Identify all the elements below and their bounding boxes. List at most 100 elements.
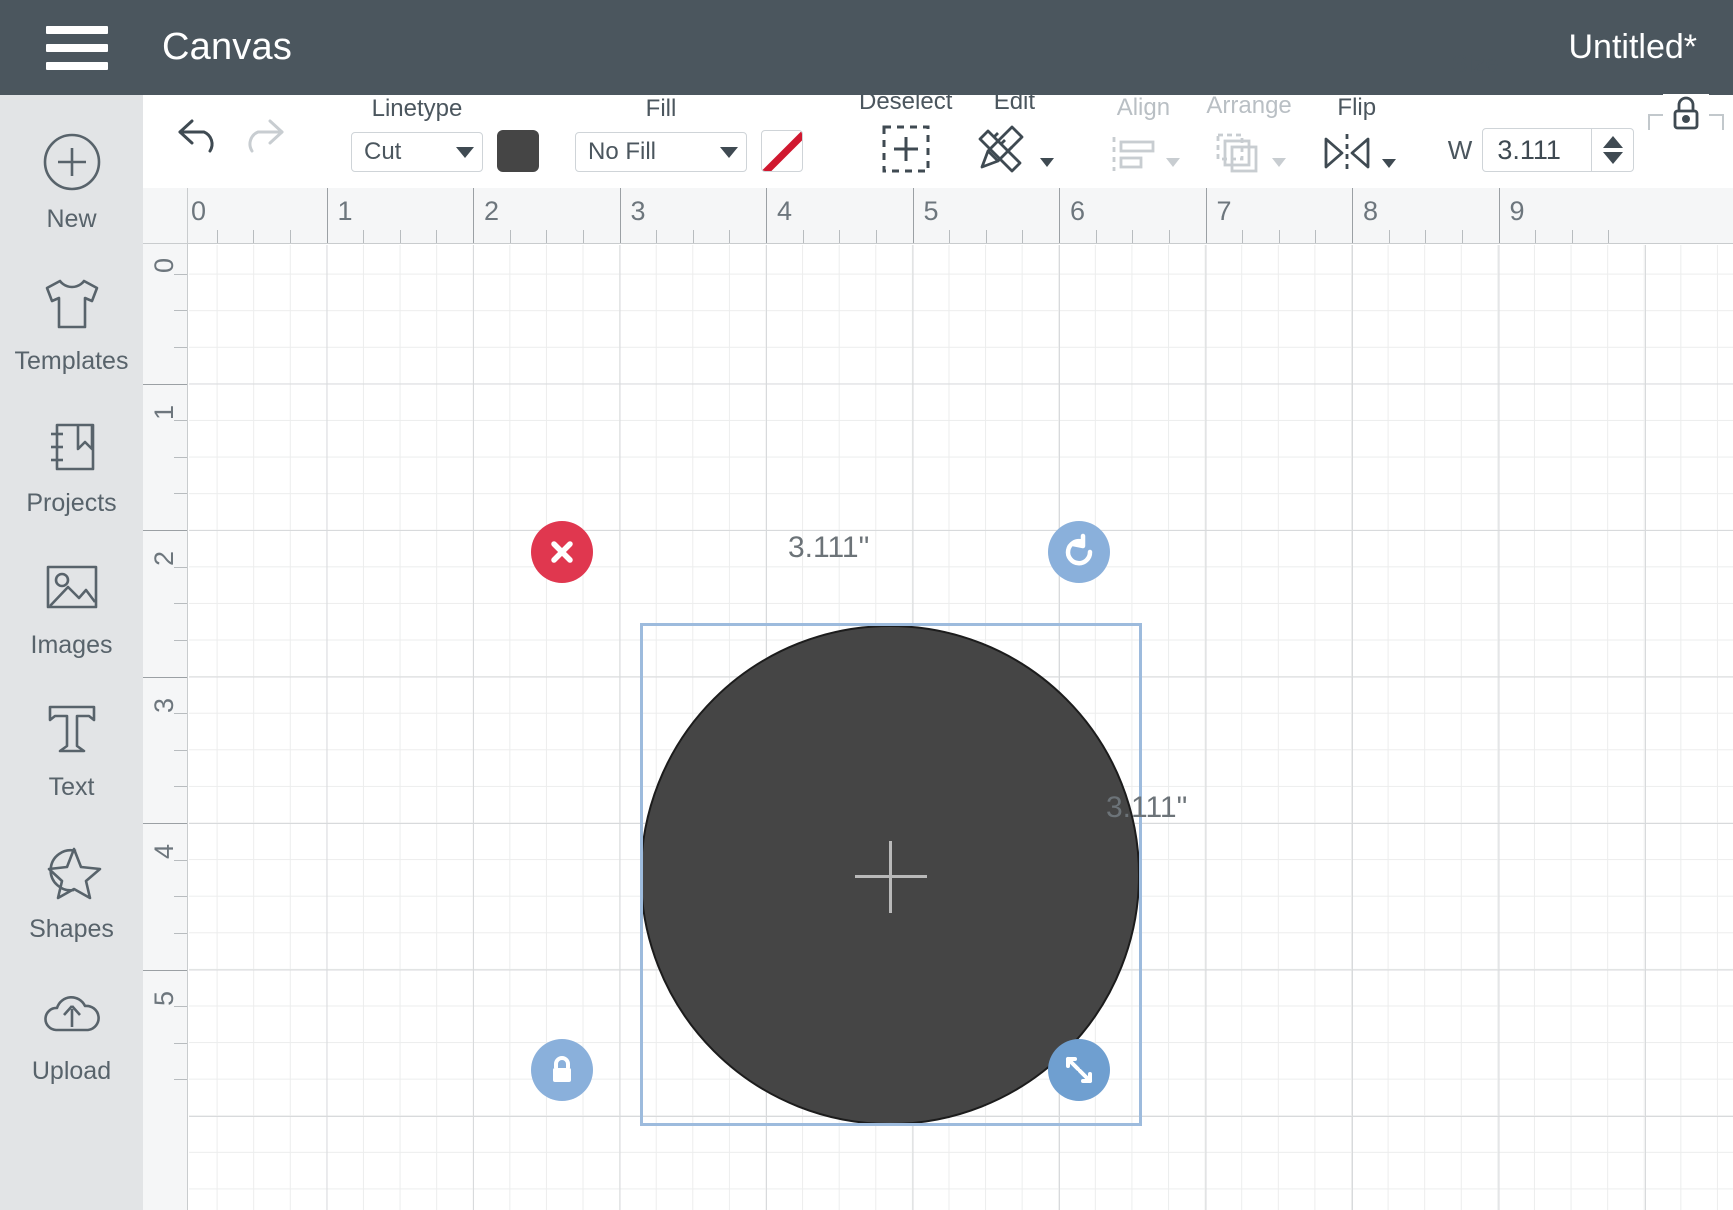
sidebar-item-shapes[interactable]: Shapes [0, 827, 143, 969]
sidebar-item-projects[interactable]: Projects [0, 401, 143, 543]
ruler-corner [143, 188, 188, 244]
ruler-tick-minor [174, 859, 187, 861]
ruler-tick [1498, 188, 1500, 243]
fill-select[interactable]: No Fill [575, 132, 747, 172]
star-shape-icon [40, 835, 104, 909]
canvas-area[interactable]: 3.111" 3.111" 0 1 2 3 4 5 6 7 8 9 0 1 2 3 4 5 [143, 188, 1733, 1210]
sidebar: New Templates Projects Images Text Shape… [0, 95, 143, 1210]
ruler-tick-minor [174, 346, 187, 348]
document-name[interactable]: Untitled* [1568, 28, 1697, 67]
ruler-tick-minor [174, 639, 187, 641]
arrange-button[interactable]: Arrange [1206, 92, 1292, 188]
ruler-tick-minor [1425, 230, 1427, 243]
ruler-tick-minor [509, 230, 511, 243]
ruler-tick-minor [1535, 230, 1537, 243]
ruler-tick-minor [1461, 230, 1463, 243]
resize-handle[interactable] [1048, 1039, 1110, 1101]
linetype-select[interactable]: Cut [351, 132, 483, 172]
ruler-tick [326, 188, 328, 243]
ruler-tick [143, 530, 187, 531]
linetype-caption: Linetype [371, 95, 463, 122]
flip-horizontal-icon [1318, 131, 1396, 177]
sidebar-item-templates[interactable]: Templates [0, 259, 143, 401]
size-caption: Size [1451, 51, 1499, 78]
ruler-tick-minor [174, 420, 187, 422]
ruler-tick-minor [363, 230, 365, 243]
chevron-down-icon [456, 146, 474, 158]
sidebar-item-text[interactable]: Text [0, 685, 143, 827]
ruler-tick-minor [174, 896, 187, 898]
redo-button[interactable] [231, 108, 293, 160]
align-caption: Align [1116, 94, 1171, 121]
width-input[interactable] [1483, 134, 1592, 166]
ruler-tick [143, 969, 187, 971]
ruler-label: 4 [149, 843, 179, 859]
ruler-tick-minor [174, 603, 187, 605]
aspect-lock[interactable] [1638, 88, 1733, 156]
arrange-caption: Arrange [1206, 92, 1292, 119]
ruler-tick-minor [174, 310, 187, 312]
linetype-color-swatch[interactable] [497, 130, 539, 172]
rotate-handle[interactable] [1048, 521, 1110, 583]
sidebar-item-label: Shapes [29, 915, 114, 943]
cloud-upload-icon [39, 977, 105, 1051]
ruler-tick-minor [656, 230, 658, 243]
ruler-label: 4 [777, 196, 793, 226]
ruler-label: 0 [149, 257, 179, 273]
ruler-tick-minor [174, 456, 187, 458]
ruler-label: 1 [149, 404, 179, 420]
flip-button[interactable]: Flip [1318, 94, 1396, 188]
sidebar-item-new[interactable]: New [0, 117, 143, 259]
ruler-tick-minor [399, 230, 401, 243]
tshirt-icon [37, 267, 107, 341]
ruler-tick-minor [582, 230, 584, 243]
ruler-label: 0 [191, 196, 207, 226]
width-label: W [1447, 135, 1473, 165]
ruler-tick [473, 188, 474, 243]
ruler-tick-minor [174, 493, 187, 495]
width-field[interactable] [1482, 128, 1635, 172]
undo-button[interactable] [169, 108, 231, 160]
linetype-value: Cut [364, 138, 402, 165]
ruler-tick-minor [1242, 230, 1244, 243]
ruler-tick-minor [692, 230, 694, 243]
ruler-tick-minor [253, 230, 255, 243]
ruler-tick-minor [174, 566, 187, 568]
align-button[interactable]: Align [1106, 94, 1181, 188]
ruler-tick-minor [174, 1006, 187, 1008]
fill-caption: Fill [645, 95, 677, 122]
ruler-tick [766, 188, 767, 243]
ruler-label: 2 [484, 196, 500, 226]
chevron-down-icon [1040, 158, 1055, 167]
flip-caption: Flip [1337, 94, 1377, 121]
chevron-down-icon [720, 146, 738, 158]
ruler-tick-minor [729, 230, 731, 243]
sidebar-item-label: Upload [31, 1057, 112, 1085]
ruler-tick-minor [436, 230, 438, 243]
lock-handle[interactable] [531, 1039, 593, 1101]
width-stepper[interactable] [1591, 129, 1633, 171]
ruler-label: 3 [149, 697, 179, 713]
lock-closed-icon[interactable] [1663, 94, 1710, 137]
ruler-tick-minor [174, 932, 187, 934]
ruler-label: 6 [1070, 196, 1086, 226]
delete-handle[interactable] [531, 521, 593, 583]
sidebar-item-label: Text [48, 773, 95, 801]
hamburger-icon[interactable] [46, 25, 108, 70]
page-title: Canvas [162, 26, 293, 68]
ruler-tick-minor [216, 230, 218, 243]
sidebar-item-label: Projects [26, 489, 117, 517]
edit-button[interactable]: Edit [974, 88, 1055, 188]
ruler-label: 3 [630, 196, 646, 226]
pencil-ruler-icon [974, 125, 1055, 177]
ruler-tick-minor [1571, 230, 1573, 243]
deselect-button[interactable]: Deselect [859, 88, 952, 188]
toolbar: Linetype Cut Fill No Fill Deselect Edit … [143, 51, 1733, 188]
shape-center-crosshair [855, 841, 927, 913]
sidebar-item-upload[interactable]: Upload [0, 969, 143, 1111]
chevron-down-icon [1166, 158, 1181, 167]
ruler-tick [143, 383, 187, 385]
fill-color-swatch[interactable] [761, 130, 803, 172]
sidebar-item-images[interactable]: Images [0, 543, 143, 685]
marquee-plus-icon [878, 125, 934, 177]
